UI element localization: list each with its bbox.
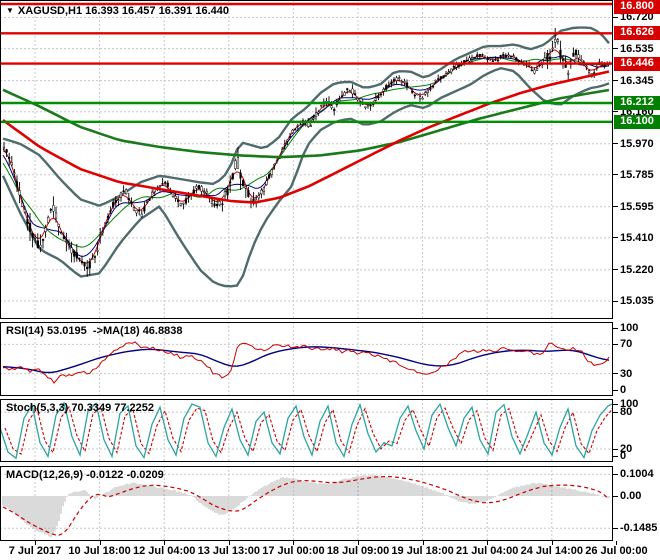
time-axis-label: 24 Jul 14:00 bbox=[520, 545, 583, 557]
stoch-axis-label: 0 bbox=[620, 450, 627, 462]
stoch-header: Stoch(5,3,3) 70.3349 77.2252 bbox=[6, 402, 155, 414]
price-level-badge: 16.446 bbox=[614, 56, 660, 71]
macd-axis-label: -0.1485 bbox=[620, 522, 658, 535]
axis-tick-mark bbox=[613, 495, 618, 497]
symbol-header: ▼ XAGUSD,H1 16.393 16.457 16.391 16.440 bbox=[6, 5, 229, 17]
rsi-value: 53.0195 bbox=[46, 325, 87, 337]
fast-ma-red-line bbox=[2, 70, 610, 204]
price-axis-label: 15.220 bbox=[620, 263, 654, 276]
axis-tick-mark bbox=[613, 300, 618, 302]
axis-tick-mark bbox=[613, 143, 618, 145]
price-axis-label: 15.035 bbox=[620, 295, 654, 308]
axis-tick-mark bbox=[613, 343, 618, 345]
price-axis-label: 16.345 bbox=[620, 74, 654, 87]
rsi-axis-label: 0 bbox=[620, 384, 627, 396]
symbol-dropdown-icon[interactable]: ▼ bbox=[6, 6, 14, 15]
axis-tick-mark bbox=[613, 455, 618, 457]
ohlc-open: 16.393 bbox=[85, 5, 119, 17]
axis-tick-mark bbox=[613, 473, 618, 475]
price-axis-label: 15.595 bbox=[620, 200, 654, 213]
price-axis-label: 15.970 bbox=[620, 137, 654, 150]
price-level-badge: 16.626 bbox=[614, 26, 660, 41]
axis-tick-mark bbox=[613, 373, 618, 375]
ema-ribbon-green-line bbox=[2, 56, 610, 248]
time-axis-label: 13 Jul 13:00 bbox=[197, 545, 260, 557]
axis-tick-mark bbox=[613, 327, 618, 329]
symbol-label: XAGUSD,H1 bbox=[17, 5, 83, 17]
axis-tick-mark bbox=[613, 411, 618, 413]
time-axis-label: 7 Jul 2017 bbox=[8, 545, 62, 557]
time-axis-label: 17 Jul 00:00 bbox=[262, 545, 325, 557]
rsi-ma-value: 46.8838 bbox=[142, 325, 183, 337]
axis-tick-mark bbox=[613, 403, 618, 405]
axis-tick-mark bbox=[613, 269, 618, 271]
axis-tick-mark bbox=[613, 16, 618, 18]
time-axis-label: 10 Jul 18:00 bbox=[68, 545, 131, 557]
time-axis-label: 18 Jul 09:00 bbox=[326, 545, 390, 557]
time-axis-label: 12 Jul 04:00 bbox=[133, 545, 196, 557]
price-axis-label: 15.410 bbox=[620, 231, 654, 244]
axis-tick-mark bbox=[613, 111, 618, 113]
price-level-badge: 16.100 bbox=[614, 114, 660, 129]
axis-tick-mark bbox=[613, 448, 618, 450]
price-level-badge: 16.212 bbox=[614, 95, 660, 110]
macd-axis-label: 0.00 bbox=[620, 490, 642, 502]
axis-tick-mark bbox=[613, 48, 618, 50]
axis-tick-mark bbox=[613, 206, 618, 208]
axis-tick-mark bbox=[613, 527, 618, 529]
macd-value: -0.0122 bbox=[86, 469, 124, 481]
axis-tick-mark bbox=[613, 237, 618, 239]
axis-tick-mark bbox=[613, 389, 618, 391]
ohlc-high: 16.457 bbox=[121, 5, 156, 17]
stoch-k-value: 70.3349 bbox=[71, 402, 112, 414]
stoch-axis-label: 80 bbox=[620, 406, 633, 419]
ohlc-close: 16.440 bbox=[195, 5, 229, 17]
price-axis-label: 15.785 bbox=[620, 168, 654, 181]
price-axis-label: 16.535 bbox=[620, 42, 654, 55]
time-axis-label: 21 Jul 04:00 bbox=[456, 545, 519, 557]
rsi-header: RSI(14) 53.0195 ->MA(18) 46.8838 bbox=[6, 325, 183, 337]
rsi-axis-label: 30 bbox=[620, 367, 633, 380]
rsi-line bbox=[2, 341, 610, 384]
axis-tick-mark bbox=[613, 80, 618, 82]
ohlc-low: 16.391 bbox=[158, 5, 193, 17]
time-axis-label: 26 Jul 00:00 bbox=[585, 545, 648, 557]
time-axis-label: 19 Jul 18:00 bbox=[391, 545, 454, 557]
price-level-badge: 16.800 bbox=[614, 0, 660, 14]
rsi-axis-label: 70 bbox=[620, 338, 633, 351]
stoch-d-value: 77.2252 bbox=[114, 402, 155, 414]
axis-tick-mark bbox=[613, 174, 618, 176]
horizontal-level-lines bbox=[0, 2, 613, 124]
main-price-panel[interactable] bbox=[0, 0, 613, 319]
macd-axis-label: 0.1004 bbox=[620, 468, 654, 481]
macd-signal-value: -0.0209 bbox=[126, 469, 164, 481]
macd-header: MACD(12,26,9) -0.0122 -0.0209 bbox=[6, 469, 164, 481]
bollinger-upper-line bbox=[2, 26, 610, 207]
rsi-axis-label: 100 bbox=[620, 322, 639, 334]
trading-chart-window: ▼ XAGUSD,H1 16.393 16.457 16.391 16.440 R… bbox=[0, 0, 660, 560]
